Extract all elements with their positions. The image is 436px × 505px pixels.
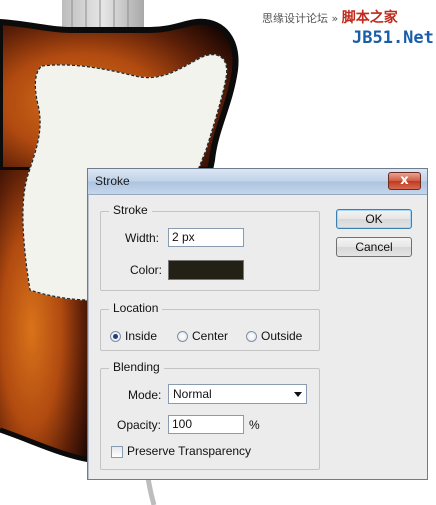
opacity-unit: % — [249, 418, 260, 432]
close-button[interactable]: x — [388, 172, 421, 190]
opacity-input[interactable]: 100 — [168, 415, 244, 434]
cancel-button[interactable]: Cancel — [336, 237, 412, 257]
stroke-group: Stroke Width: 2 px Color: — [100, 203, 320, 291]
watermark-site: JB51.Net — [352, 28, 434, 48]
width-input[interactable]: 2 px — [168, 228, 244, 247]
location-group: Location Inside Center Outside — [100, 301, 320, 351]
outside-label[interactable]: Outside — [261, 329, 302, 343]
blending-group-legend: Blending — [109, 360, 164, 374]
dialog-titlebar[interactable]: Stroke x — [88, 169, 427, 195]
ok-button[interactable]: OK — [336, 209, 412, 229]
stroke-dialog: Stroke x Stroke Width: 2 px Color: Locat… — [87, 168, 428, 480]
center-radio[interactable] — [177, 331, 188, 342]
color-label: Color: — [130, 263, 163, 277]
watermark-top: 思缘设计论坛 » 脚本之家 — [262, 7, 398, 27]
blending-group: Blending Mode: Normal Opacity: 100 % Pre… — [100, 360, 320, 470]
location-group-legend: Location — [109, 301, 163, 315]
dialog-title: Stroke — [95, 174, 130, 188]
inside-label[interactable]: Inside — [125, 329, 157, 343]
watermark-text: 思缘设计论坛 » — [262, 12, 342, 25]
watermark-brand: 脚本之家 — [341, 10, 398, 26]
chevron-down-icon — [294, 392, 302, 397]
color-swatch[interactable] — [168, 260, 244, 280]
mode-value: Normal — [173, 387, 212, 401]
mode-label: Mode: — [128, 388, 162, 402]
preserve-transparency-label[interactable]: Preserve Transparency — [127, 444, 251, 458]
center-label[interactable]: Center — [192, 329, 228, 343]
close-icon: x — [400, 173, 409, 188]
stroke-group-legend: Stroke — [109, 203, 152, 217]
preserve-transparency-checkbox[interactable] — [111, 446, 123, 458]
inside-radio[interactable] — [110, 331, 121, 342]
mode-select[interactable]: Normal — [168, 384, 307, 404]
outside-radio[interactable] — [246, 331, 257, 342]
opacity-label: Opacity: — [117, 418, 162, 432]
guitar-neck — [62, 0, 144, 30]
width-label: Width: — [125, 231, 160, 245]
